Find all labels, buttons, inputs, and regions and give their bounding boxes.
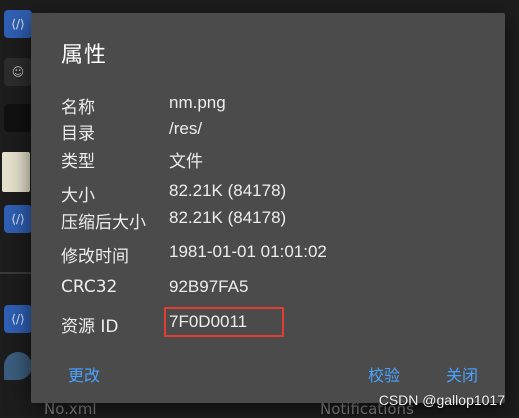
property-row-modified-time: 修改时间 1981-01-01 01:01:02 [61,242,481,268]
dialog-title: 属性 [61,43,108,68]
property-row-directory: 目录 /res/ [61,119,481,145]
property-label: 资源 ID [61,317,119,337]
verify-button[interactable]: 校验 [368,362,400,386]
file-icon[interactable] [4,352,32,380]
property-label: 修改时间 [61,247,129,267]
property-label: 目录 [61,124,95,144]
property-label: 名称 [61,98,95,118]
property-row-compressed-size: 压缩后大小 82.21K (84178) [61,208,481,234]
file-icon[interactable]: ⟨/⟩ [4,205,32,233]
property-value: nm.png [169,93,226,112]
property-label: 类型 [61,152,95,172]
file-icon[interactable]: ⟨/⟩ [4,305,32,333]
property-row-size: 大小 82.21K (84178) [61,181,481,207]
resource-id-highlight [164,307,284,337]
file-icon[interactable]: ☺ [4,58,32,86]
property-row-name: 名称 nm.png [61,93,481,119]
close-button[interactable]: 关闭 [446,362,478,386]
file-icon[interactable] [4,104,32,132]
property-value: /res/ [169,119,203,138]
modify-button[interactable]: 更改 [68,362,100,386]
file-icon[interactable]: ⟨/⟩ [4,10,32,38]
property-label: 压缩后大小 [61,213,146,233]
property-value: 92B97FA5 [169,277,249,296]
property-value: 文件 [169,152,203,171]
image-thumbnail[interactable] [2,152,30,192]
property-row-crc32: CRC32 92B97FA5 [61,277,481,303]
property-value: 82.21K (84178) [169,181,287,200]
property-value: 1981-01-01 01:01:02 [169,242,327,261]
divider [0,272,35,274]
property-label: 大小 [61,186,95,206]
property-label: CRC32 [61,277,118,297]
properties-dialog: 属性 名称 nm.png 目录 /res/ 类型 文件 大小 82.21K (8… [31,13,505,403]
watermark: CSDN @gallop1017 [378,392,505,408]
property-row-type: 类型 文件 [61,147,481,173]
property-value: 82.21K (84178) [169,208,287,227]
